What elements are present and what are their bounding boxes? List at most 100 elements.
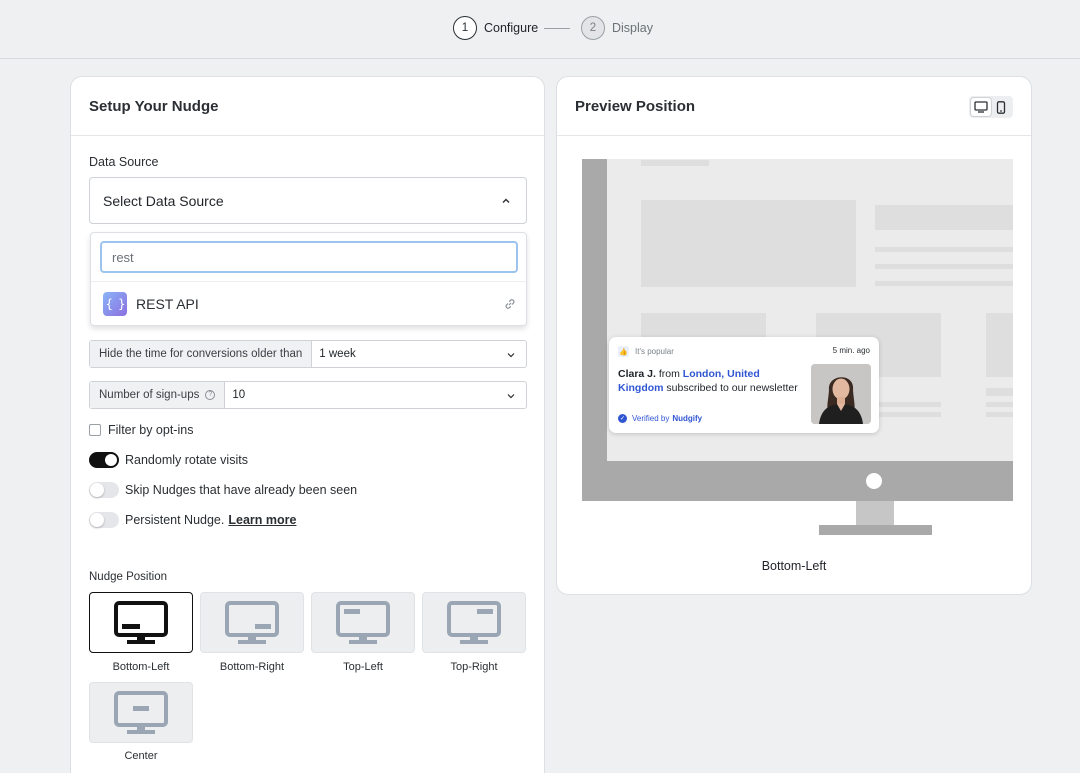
person-photo-icon xyxy=(811,364,871,424)
position-center-tile[interactable] xyxy=(89,682,193,743)
placeholder-line xyxy=(875,264,1013,269)
hide-time-select[interactable]: 1 week xyxy=(312,341,526,367)
position-top-left-tile[interactable] xyxy=(311,592,415,653)
data-source-dropdown: { } REST API xyxy=(90,232,527,326)
hide-time-label: Hide the time for conversions older than xyxy=(90,341,313,367)
chevron-down-icon xyxy=(507,394,515,399)
skip-seen-label: Skip Nudges that have already been seen xyxy=(125,483,358,497)
link-icon[interactable] xyxy=(503,297,517,311)
placeholder-card xyxy=(986,313,1013,377)
preview-card: Preview Position 👍 It's popular 5 min. a… xyxy=(556,76,1032,595)
placeholder-hero-image xyxy=(641,200,856,287)
nudge-verified-brand: Nudgify xyxy=(672,414,703,423)
chevron-down-icon xyxy=(507,353,515,358)
mobile-view-button[interactable] xyxy=(991,98,1011,116)
nudge-badge-text: It's popular xyxy=(635,347,674,356)
position-label: Bottom-Right xyxy=(219,661,285,673)
dropdown-item-label: REST API xyxy=(136,296,199,312)
placeholder-heading xyxy=(875,205,1013,230)
nudge-verified: ✓ Verified by Nudgify xyxy=(618,414,702,423)
preview-position-caption: Bottom-Left xyxy=(761,559,827,573)
rotate-visits-row: Randomly rotate visits xyxy=(89,452,248,468)
placeholder-line xyxy=(875,281,1013,286)
persistent-toggle[interactable] xyxy=(89,512,119,528)
nudge-avatar-photo xyxy=(811,364,871,424)
filter-optins-row: Filter by opt-ins xyxy=(89,423,193,437)
desktop-icon xyxy=(974,101,988,113)
step-label: Configure xyxy=(484,21,539,35)
skip-seen-toggle[interactable] xyxy=(89,482,119,498)
setup-title: Setup Your Nudge xyxy=(89,97,219,115)
preview-title: Preview Position xyxy=(575,97,696,115)
nudge-position-label: Nudge Position xyxy=(89,571,167,583)
step-number: 1 xyxy=(453,16,477,40)
placeholder-bar xyxy=(641,160,709,166)
step-number: 2 xyxy=(581,16,605,40)
position-bottom-left-tile[interactable] xyxy=(89,592,193,653)
help-icon[interactable]: ? xyxy=(205,390,216,400)
signups-combo: Number of sign-ups ? 10 xyxy=(89,381,527,409)
signups-prefix: Number of sign-ups ? xyxy=(90,382,226,408)
preview-card-header: Preview Position xyxy=(557,77,1031,136)
nudge-name: Clara J. xyxy=(618,368,656,380)
position-top-right-tile[interactable] xyxy=(422,592,526,653)
data-source-select[interactable]: Select Data Source xyxy=(89,177,527,224)
monitor-top-right-icon xyxy=(447,600,501,644)
position-bottom-right-tile[interactable] xyxy=(200,592,304,653)
filter-optins-label: Filter by opt-ins xyxy=(108,423,194,437)
curly-braces-icon: { } xyxy=(103,292,127,316)
data-source-search-input[interactable] xyxy=(100,241,518,273)
hide-time-value: 1 week xyxy=(319,348,356,360)
setup-card-header: Setup Your Nudge xyxy=(71,77,544,136)
device-toggle xyxy=(969,96,1013,118)
placeholder-line xyxy=(875,247,1013,252)
monitor-chin xyxy=(582,461,1013,501)
monitor-stand-neck xyxy=(856,501,894,525)
persistent-label: Persistent Nudge. xyxy=(125,513,225,527)
nudge-action: subscribed to our newsletter xyxy=(666,381,798,394)
position-label: Center xyxy=(124,750,158,762)
monitor-power-dot xyxy=(866,473,882,489)
hide-time-combo: Hide the time for conversions older than… xyxy=(89,340,527,368)
verified-check-icon: ✓ xyxy=(618,414,627,423)
filter-optins-checkbox[interactable] xyxy=(89,424,101,436)
monitor-stand-base xyxy=(819,525,932,535)
skip-seen-row: Skip Nudges that have already been seen xyxy=(89,482,357,498)
nudge-message: Clara J. from London, United Kingdom sub… xyxy=(618,368,808,395)
monitor-center-icon xyxy=(114,690,168,734)
data-source-value: Select Data Source xyxy=(103,192,224,209)
signups-value: 10 xyxy=(232,389,246,401)
setup-card: Setup Your Nudge Data Source Select Data… xyxy=(70,76,545,773)
nudge-time: 5 min. ago xyxy=(832,346,870,355)
signups-select[interactable]: 10 xyxy=(225,382,526,408)
step-label: Display xyxy=(612,21,653,35)
step-divider xyxy=(544,28,570,29)
dropdown-divider xyxy=(91,281,526,282)
desktop-view-button[interactable] xyxy=(971,98,991,116)
placeholder-line xyxy=(986,412,1013,417)
rotate-visits-label: Randomly rotate visits xyxy=(125,453,248,467)
preview-canvas: 👍 It's popular 5 min. ago Clara J. from … xyxy=(582,159,1013,535)
position-label: Bottom-Left xyxy=(112,661,170,673)
placeholder-line xyxy=(986,388,1013,396)
rotate-visits-toggle[interactable] xyxy=(89,452,119,468)
monitor-bottom-right-icon xyxy=(225,600,279,644)
step-configure[interactable]: 1 Configure xyxy=(453,16,538,40)
placeholder-line xyxy=(986,402,1013,407)
learn-more-link[interactable]: Learn more xyxy=(228,513,296,527)
step-display[interactable]: 2 Display xyxy=(581,16,653,40)
dropdown-item-rest-api[interactable]: { } REST API xyxy=(103,292,517,316)
nudge-preview: 👍 It's popular 5 min. ago Clara J. from … xyxy=(609,337,879,433)
mobile-icon xyxy=(996,100,1006,114)
thumbs-up-icon: 👍 xyxy=(618,346,629,357)
position-label: Top-Right xyxy=(450,661,498,673)
signups-label: Number of sign-ups xyxy=(99,389,200,401)
stepper: 1 Configure 2 Display xyxy=(0,0,1080,59)
data-source-label: Data Source xyxy=(89,155,159,169)
nudge-badge: 👍 It's popular xyxy=(618,346,674,357)
persistent-row: Persistent Nudge. Learn more xyxy=(89,512,296,528)
nudge-from: from xyxy=(658,368,680,380)
chevron-up-icon xyxy=(502,198,510,203)
monitor-top-left-icon xyxy=(336,600,390,644)
nudge-verified-prefix: Verified by xyxy=(632,414,670,423)
